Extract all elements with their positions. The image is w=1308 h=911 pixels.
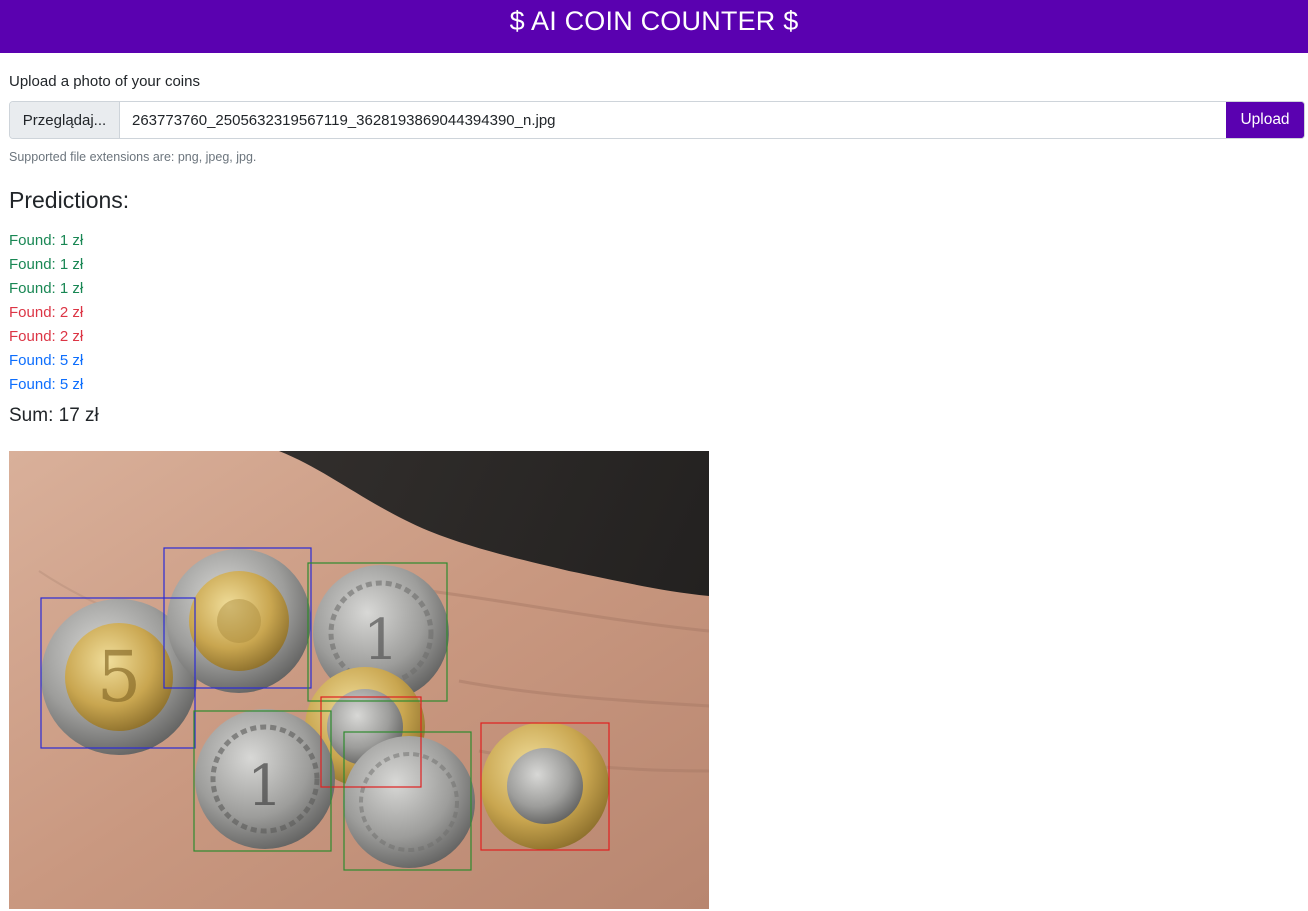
prediction-item: Found: 1 zł	[9, 232, 84, 249]
file-name-field[interactable]: 263773760_2505632319567119_3628193869044…	[120, 102, 1226, 138]
main-content: Upload a photo of your coins Przeglądaj.…	[0, 72, 1308, 429]
predictions-list: Found: 1 zł Found: 1 zł Found: 1 zł Foun…	[9, 229, 1299, 397]
result-image: 5 1 1	[9, 451, 709, 909]
sum-total: Sum: 17 zł	[9, 405, 99, 426]
prediction-item: Found: 5 zł	[9, 376, 84, 393]
svg-text:1: 1	[247, 754, 283, 819]
app-header: $ AI COIN COUNTER $	[0, 0, 1308, 53]
file-upload-group: Przeglądaj... 263773760_2505632319567119…	[9, 101, 1305, 139]
svg-text:1: 1	[363, 608, 399, 673]
browse-button[interactable]: Przeglądaj...	[10, 102, 120, 138]
help-text: Supported file extensions are: png, jpeg…	[9, 150, 257, 164]
app-title: $ AI COIN COUNTER $	[509, 5, 799, 36]
prediction-item: Found: 1 zł	[9, 280, 84, 297]
prediction-item: Found: 2 zł	[9, 304, 84, 321]
prediction-item: Found: 2 zł	[9, 328, 84, 345]
coin-1zl-bottom-middle	[343, 736, 475, 868]
predictions-title: Predictions:	[9, 187, 130, 213]
prediction-item: Found: 1 zł	[9, 256, 84, 273]
svg-text:5: 5	[97, 636, 142, 718]
coin-5zl-top	[167, 549, 311, 693]
coin-2zl-right	[481, 722, 609, 850]
upload-label: Upload a photo of your coins	[9, 73, 200, 90]
prediction-item: Found: 5 zł	[9, 352, 84, 369]
coin-1zl-bottom-left: 1	[195, 709, 335, 849]
upload-button[interactable]: Upload	[1226, 102, 1304, 138]
